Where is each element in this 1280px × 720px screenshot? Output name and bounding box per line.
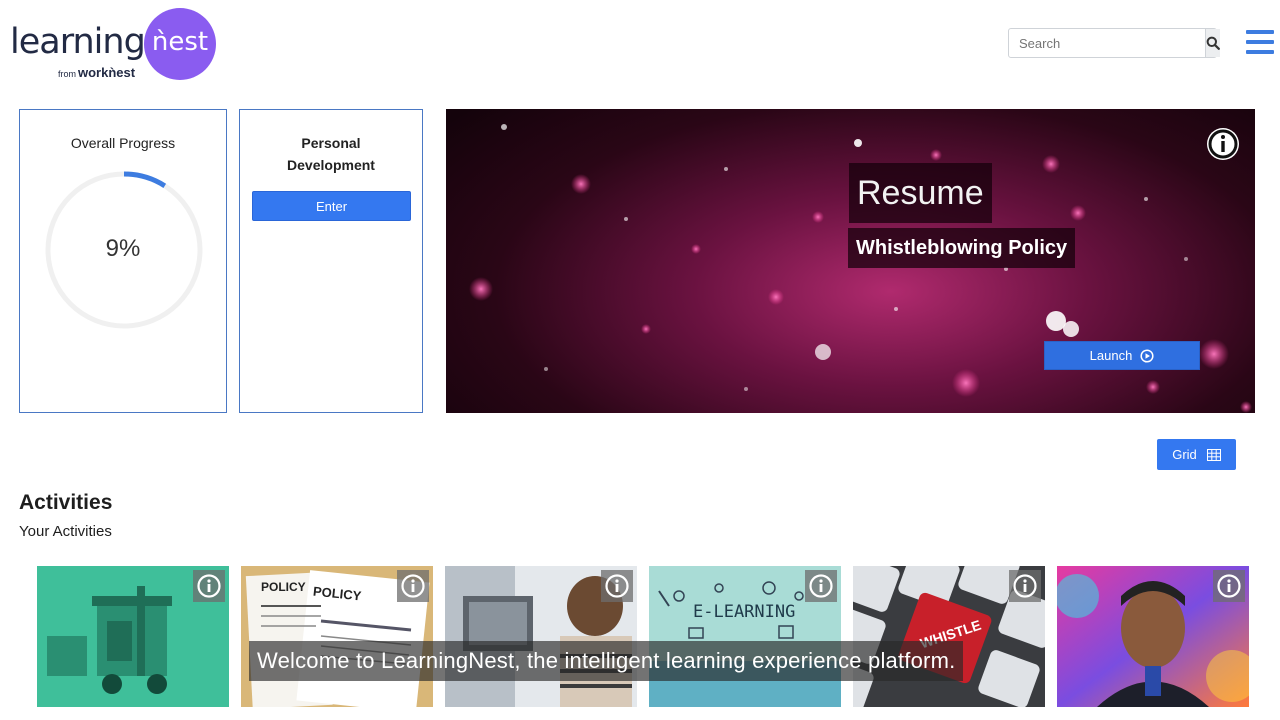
logo-from-label: from — [58, 69, 76, 79]
logo-brand: workǹest — [78, 65, 136, 80]
search-icon — [1206, 36, 1220, 50]
tile-whistle-blower-key[interactable]: WHISTLE — [853, 566, 1045, 707]
page: learning ǹest fromworkǹest Overall Progr… — [0, 0, 1280, 720]
tile-e-learning[interactable]: E-LEARNING — [649, 566, 841, 707]
info-icon — [1013, 574, 1037, 598]
resume-label[interactable]: Resume — [849, 163, 992, 223]
tile-info-button[interactable] — [1009, 570, 1041, 602]
personal-development-title: Personal Development — [287, 135, 375, 173]
search-button[interactable] — [1205, 29, 1220, 57]
progress-percent: 9% — [105, 235, 141, 262]
tile-portrait-colorful[interactable] — [1057, 566, 1249, 707]
logo-word: learning — [10, 22, 146, 62]
enter-button[interactable]: Enter — [252, 191, 411, 221]
tile-policy-label: POLICY — [261, 580, 306, 594]
info-icon — [197, 574, 221, 598]
menu-icon[interactable] — [1246, 30, 1274, 54]
overall-progress-card: Overall Progress 9% — [19, 109, 227, 413]
video-caption: Welcome to LearningNest, the intelligent… — [249, 641, 964, 681]
info-icon — [605, 574, 629, 598]
personal-development-card: Personal Development Enter — [239, 109, 423, 413]
tile-policy-documents[interactable]: POLICY POLICY — [241, 566, 433, 707]
launch-label: Launch — [1089, 348, 1133, 363]
menu-icon-bar — [1246, 50, 1274, 54]
overall-progress-title: Overall Progress — [70, 135, 176, 151]
logo-nest-text: ǹest — [151, 27, 209, 57]
info-icon — [809, 574, 833, 598]
info-icon — [401, 574, 425, 598]
menu-icon-bar — [1246, 40, 1274, 44]
menu-icon-bar — [1246, 30, 1274, 34]
tile-info-button[interactable] — [805, 570, 837, 602]
grid-label: Grid — [1172, 447, 1197, 462]
search-box — [1008, 28, 1220, 58]
activities-title: Activities — [19, 491, 113, 514]
launch-button[interactable]: Launch — [1044, 341, 1200, 370]
hero-banner[interactable]: Resume Whistleblowing Policy Launch — [446, 109, 1255, 413]
grid-icon — [1206, 448, 1221, 461]
logo[interactable]: learning ǹest from workǹest — [10, 8, 220, 82]
tile-info-button[interactable] — [193, 570, 225, 602]
logo-from: from workǹest — [58, 65, 135, 80]
play-circle-icon — [1140, 348, 1154, 363]
search-input[interactable] — [1009, 29, 1205, 57]
grid-view-button[interactable]: Grid — [1157, 439, 1236, 470]
tile-info-button[interactable] — [397, 570, 429, 602]
tile-person-computer[interactable] — [445, 566, 637, 707]
info-icon[interactable] — [1204, 125, 1242, 163]
logo-nest-circle: ǹest — [144, 8, 216, 80]
tile-cleaning-cart[interactable] — [37, 566, 229, 707]
tile-info-button[interactable] — [601, 570, 633, 602]
activities-subtitle: Your Activities — [19, 523, 112, 540]
course-title: Whistleblowing Policy — [848, 228, 1076, 268]
info-icon — [1217, 574, 1241, 598]
tile-info-button[interactable] — [1213, 570, 1245, 602]
tile-e-learning-label: E-LEARNING — [693, 602, 796, 622]
